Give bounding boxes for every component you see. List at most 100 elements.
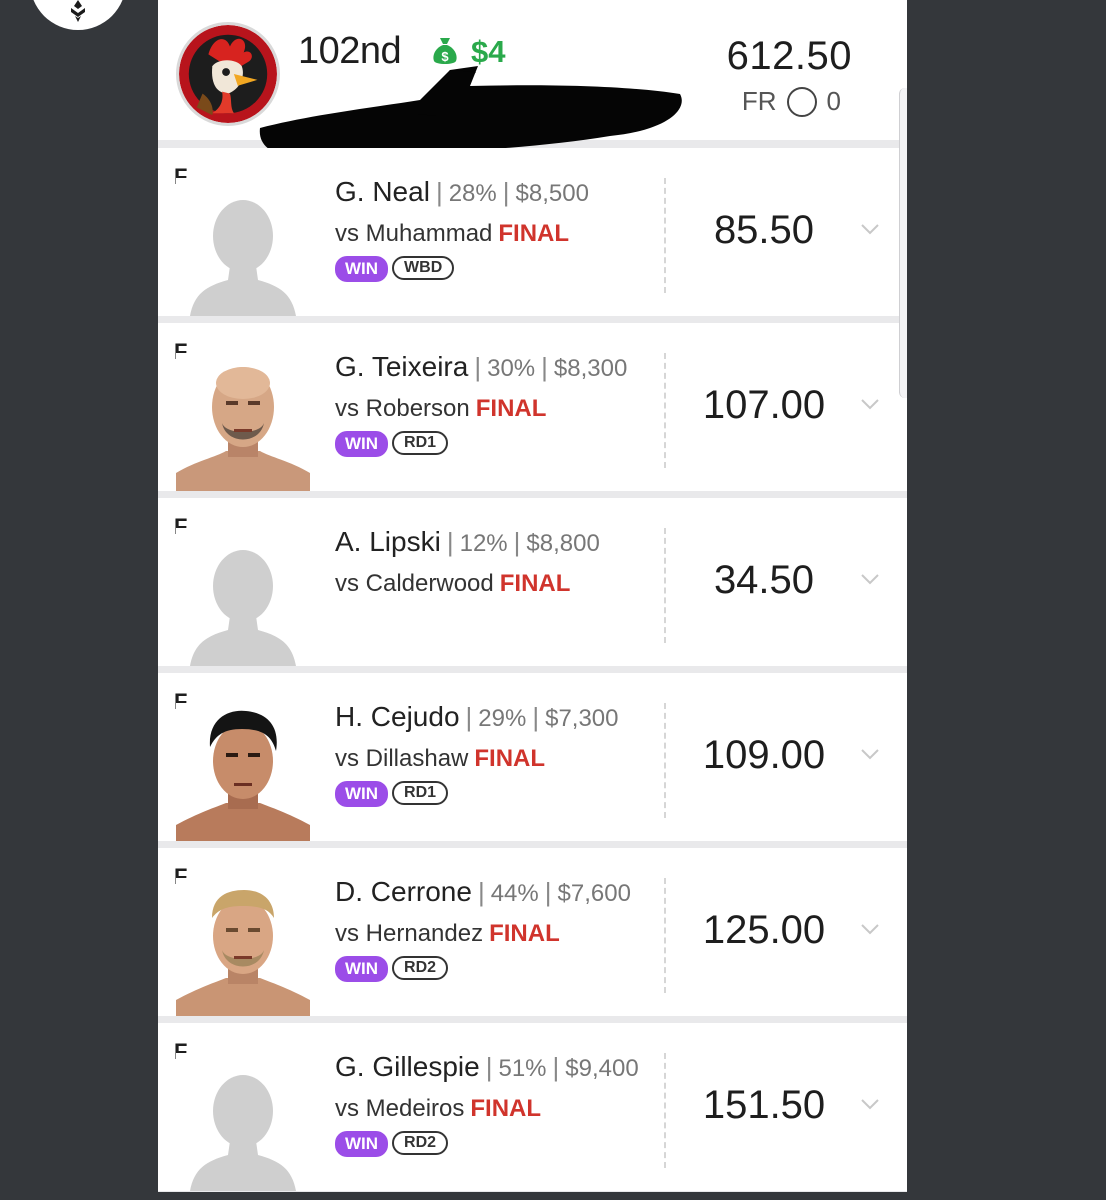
player-points: 85.50 [713,208,815,252]
column-divider [664,878,666,993]
status-final: FINAL [474,745,546,772]
win-badge: WIN [335,956,389,982]
ownership-pct: 44% [490,880,539,907]
method-badge: RD2 [392,1131,449,1155]
total-points: 612.50 [726,34,852,78]
ownership-pct: 29% [478,705,527,732]
separator: | [446,527,454,557]
separator: | [477,877,485,907]
player-row[interactable]: F G. Neal | 28% | $8,500 vs Muhammad FINAL WI… [158,148,907,316]
salary: $7,300 [545,705,619,732]
separator: | [541,352,548,382]
separator: | [513,527,521,557]
brand-logo [30,0,126,30]
salary: $8,800 [526,530,600,557]
separator: | [552,1052,560,1082]
salary: $9,400 [565,1055,639,1082]
scrollbar[interactable] [899,88,907,398]
column-divider [664,353,666,468]
result-badges: WIN RD1 [335,431,449,457]
win-badge: WIN [335,1131,389,1157]
player-row[interactable]: F D. Cerrone | 44% | $7,600 vs Hernandez FINA… [158,848,907,1016]
opponent: vs Roberson [335,395,470,422]
separator: | [435,177,443,207]
opponent: vs Medeiros [335,1095,465,1122]
fr-indicator: FR 0 [742,86,841,117]
column-divider [664,528,666,643]
separator: | [532,702,540,732]
player-name: G. Neal [335,176,430,207]
column-divider [664,178,666,293]
salary: $8,500 [515,180,589,207]
ownership-pct: 28% [448,180,497,207]
win-badge: WIN [335,256,389,282]
player-row[interactable]: F H. Cejudo | 29% | $7,300 vs Dillashaw FINAL… [158,673,907,841]
separator: | [465,702,473,732]
column-divider [664,703,666,818]
result-badges: WIN RD2 [335,956,449,982]
player-photo [176,703,310,841]
result-badges: WIN RD2 [335,1131,449,1157]
player-points: 109.00 [702,733,826,777]
result-badges: WIN WBD [335,256,455,282]
player-name: G. Teixeira [335,351,469,382]
separator: | [485,1052,493,1082]
status-final: FINAL [489,920,560,947]
fighter-headshot-bald [176,353,310,491]
chevron-down-icon[interactable] [860,922,880,936]
method-badge: RD1 [392,781,449,805]
opponent: vs Muhammad [335,220,493,247]
player-name: H. Cejudo [335,701,460,732]
person-silhouette-icon [176,178,310,316]
fr-label: FR [741,86,777,116]
chevron-down-icon[interactable] [860,1097,880,1111]
chevron-down-icon[interactable] [860,747,880,761]
separator: | [544,877,552,907]
ownership-pct: 12% [459,530,508,557]
salary: $7,600 [557,880,631,907]
chevron-down-icon[interactable] [860,572,880,586]
salary: $8,300 [553,355,628,382]
result-badges: WIN RD1 [335,781,449,807]
status-final: FINAL [470,1095,542,1122]
brand-logo-icon [71,0,85,22]
fr-ring-icon [786,86,817,117]
fr-value: 0 [826,86,841,116]
player-points: 151.50 [702,1083,826,1127]
player-points: 34.50 [713,558,815,602]
chevron-down-icon[interactable] [860,397,880,411]
win-badge: WIN [335,431,389,457]
player-name: A. Lipski [335,526,441,557]
player-row[interactable]: F A. Lipski | 12% | $8,800 vs Calderwood FINA… [158,498,907,666]
player-name: G. Gillespie [335,1051,480,1082]
separator: | [474,352,482,382]
separator: | [502,177,510,207]
fighter-headshot-dark-hair [176,703,310,841]
lineup-panel[interactable]: 102nd $ $4 612.50 FR 0 F G. Neal | 28% |… [158,0,907,1192]
status-final: FINAL [499,570,571,597]
player-photo [176,353,310,491]
person-silhouette-icon [176,1053,310,1191]
ownership-pct: 30% [487,355,536,382]
player-name: D. Cerrone [335,876,472,907]
chevron-down-icon[interactable] [860,222,880,236]
column-divider [664,1053,666,1168]
fighter-headshot-blond [176,878,310,1016]
opponent: vs Dillashaw [335,745,469,772]
opponent: vs Calderwood [335,570,494,597]
player-photo [176,878,310,1016]
method-badge: WBD [392,256,455,280]
player-row[interactable]: F G. Teixeira | 30% | $8,300 vs Roberson FINA… [158,323,907,491]
opponent: vs Hernandez [335,920,484,947]
status-final: FINAL [475,395,547,422]
player-photo-placeholder [176,1053,310,1191]
status-final: FINAL [498,220,570,247]
method-badge: RD1 [392,431,449,455]
player-points: 125.00 [702,908,826,952]
player-photo-placeholder [176,528,310,666]
player-photo-placeholder [176,178,310,316]
person-silhouette-icon [176,528,310,666]
entry-header: 102nd $ $4 612.50 FR 0 [158,0,907,160]
player-points: 107.00 [702,383,826,427]
player-row[interactable]: F G. Gillespie | 51% | $9,400 vs Medeiros FIN… [158,1023,907,1191]
